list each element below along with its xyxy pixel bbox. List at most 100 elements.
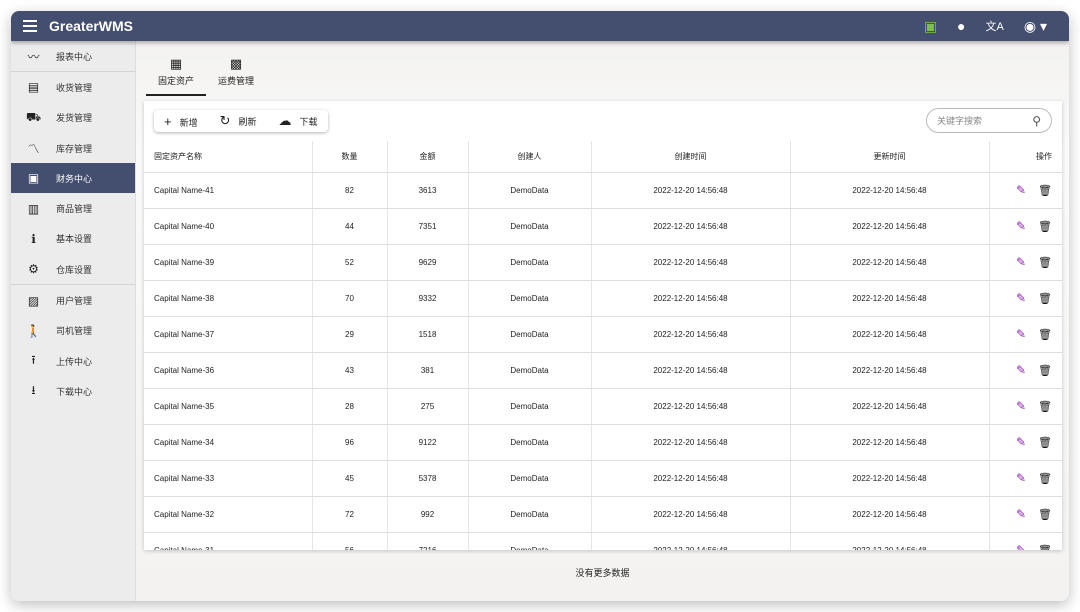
table-cell: 2022-12-20 14:56:48 xyxy=(790,172,990,209)
table-row: Capital Name-35 28 275 DemoData 2022-12-20 1… xyxy=(144,388,1062,425)
table-cell: DemoData xyxy=(468,460,592,497)
column-header[interactable]: 固定资产名称 xyxy=(144,141,313,173)
sidebar: 〰 报表中心 ▤ 收货管理 ⛟ 发货管理〽 库存管理 ▣ 财务中心 ▥ 商品管理 ℹ 基本设置 ⚙ 仓库设置… xyxy=(11,41,136,601)
table-cell: 2022-12-20 14:56:48 xyxy=(790,208,990,245)
sidebar-icon: ▣ xyxy=(27,171,40,186)
table-row: Capital Name-31 56 7216 DemoData 2022-12-20 … xyxy=(144,532,1062,550)
building-icon: ▦ xyxy=(169,56,183,71)
edit-icon[interactable]: ✎ xyxy=(1016,471,1026,485)
sidebar-item-1[interactable]: ▤ 收货管理 xyxy=(11,72,135,102)
table-cell: 2022-12-20 14:56:48 xyxy=(790,352,990,389)
delete-icon[interactable]: 🗑 xyxy=(1038,473,1052,485)
refresh-label: 刷新 xyxy=(238,117,257,127)
delete-icon[interactable]: 🗑 xyxy=(1038,185,1052,197)
edit-icon[interactable]: ✎ xyxy=(1016,399,1026,413)
edit-icon[interactable]: ✎ xyxy=(1016,183,1026,197)
table-cell: 45 xyxy=(312,460,388,497)
app-window: GreaterWMS ▣ ● 文A ◉ ▾ 〰 报表中心 ▤ 收货管理 ⛟ 发货管理〽 库存… xyxy=(11,11,1069,601)
sidebar-item-10[interactable]: ⭱ 上传中心 xyxy=(11,346,135,376)
table-cell: 2022-12-20 14:56:48 xyxy=(591,532,791,550)
table-cell: Capital Name-35 xyxy=(144,388,313,425)
sidebar-item-5[interactable]: ▥ 商品管理 xyxy=(11,193,135,223)
sidebar-item-label: 仓库设置 xyxy=(56,264,93,275)
delete-icon[interactable]: 🗑 xyxy=(1038,437,1052,449)
account-icon[interactable]: ◉ ▾ xyxy=(1024,18,1047,35)
sidebar-item-4[interactable]: ▣ 财务中心 xyxy=(11,163,135,194)
sidebar-item-label: 下载中心 xyxy=(56,386,93,397)
menu-icon[interactable] xyxy=(23,20,37,32)
delete-icon[interactable]: 🗑 xyxy=(1038,329,1052,341)
edit-icon[interactable]: ✎ xyxy=(1016,219,1026,233)
sidebar-icon: 〽 xyxy=(27,141,40,156)
tab-freight[interactable]: ▩ 运费管理 xyxy=(206,56,266,96)
table-cell: 2022-12-20 14:56:48 xyxy=(591,172,791,209)
table-cell: DemoData xyxy=(468,280,592,317)
refresh-button[interactable]: ↻ 刷新 xyxy=(220,113,257,129)
download-button[interactable]: ☁ 下载 xyxy=(279,113,318,129)
column-header[interactable]: 金额 xyxy=(387,141,469,173)
actions-cell: ✎🗑 xyxy=(989,388,1062,425)
table-cell: Capital Name-40 xyxy=(144,208,313,245)
sidebar-item-2[interactable]: ⛟ 发货管理 xyxy=(11,103,135,133)
sidebar-icon: 🚶 xyxy=(26,323,41,338)
table-cell: 9629 xyxy=(387,244,469,281)
table-cell: 2022-12-20 14:56:48 xyxy=(591,352,791,389)
toolbar: + 新增 ↻ 刷新 ☁ 下载 xyxy=(154,110,328,132)
translate-icon[interactable]: 文A xyxy=(986,18,1004,34)
download-label: 下载 xyxy=(299,117,318,127)
add-label: 新增 xyxy=(179,117,198,128)
sidebar-item-8[interactable]: ▨ 用户管理 xyxy=(11,285,135,315)
table-cell: 3613 xyxy=(387,172,469,209)
edit-icon[interactable]: ✎ xyxy=(1016,291,1026,305)
table-cell: 1518 xyxy=(387,316,469,353)
table-row: Capital Name-41 82 3613 DemoData 2022-12-20 … xyxy=(144,172,1062,209)
column-header[interactable]: 更新时间 xyxy=(790,141,990,173)
sidebar-item-11[interactable]: ⭳ 下载中心 xyxy=(11,376,135,406)
sidebar-item-3[interactable]: 〽 库存管理 xyxy=(11,133,135,163)
column-header[interactable]: 操作 xyxy=(989,141,1062,173)
delete-icon[interactable]: 🗑 xyxy=(1038,401,1052,413)
edit-icon[interactable]: ✎ xyxy=(1016,435,1026,449)
sidebar-icon: ⛟ xyxy=(25,109,42,124)
table-cell: DemoData xyxy=(468,532,592,550)
delete-icon[interactable]: 🗑 xyxy=(1038,293,1052,305)
table-cell: 29 xyxy=(312,316,388,353)
table-cell: Capital Name-37 xyxy=(144,316,313,353)
sidebar-item-6[interactable]: ℹ 基本设置 xyxy=(11,224,135,254)
refresh-icon: ↻ xyxy=(219,113,231,128)
table-cell: 52 xyxy=(312,244,388,281)
sidebar-item-9[interactable]: 🚶 司机管理 xyxy=(11,316,135,346)
edit-icon[interactable]: ✎ xyxy=(1016,363,1026,377)
sidebar-item-label: 基本设置 xyxy=(56,234,93,245)
delete-icon[interactable]: 🗑 xyxy=(1038,509,1052,521)
delete-icon[interactable]: 🗑 xyxy=(1038,221,1052,233)
delete-icon[interactable]: 🗑 xyxy=(1038,365,1052,377)
table-cell: Capital Name-36 xyxy=(144,352,313,389)
search-icon[interactable]: ⚲ xyxy=(1032,114,1041,128)
delete-icon[interactable]: 🗑 xyxy=(1038,257,1052,269)
column-header[interactable]: 创建人 xyxy=(468,141,592,173)
delete-icon[interactable]: 🗑 xyxy=(1038,545,1052,550)
table-cell: 2022-12-20 14:56:48 xyxy=(790,244,990,281)
edit-icon[interactable]: ✎ xyxy=(1016,327,1026,341)
tab-fixed-assets[interactable]: ▦ 固定资产 xyxy=(146,56,206,96)
table-cell: 2022-12-20 14:56:48 xyxy=(591,388,791,425)
column-header[interactable]: 数量 xyxy=(312,141,388,173)
table-cell: 2022-12-20 14:56:48 xyxy=(591,316,791,353)
add-button[interactable]: + 新增 xyxy=(164,114,198,129)
sidebar-item-7[interactable]: ⚙ 仓库设置 xyxy=(11,254,135,284)
edit-icon[interactable]: ✎ xyxy=(1016,507,1026,521)
sidebar-item-0[interactable]: 〰 报表中心 xyxy=(11,41,135,71)
search-input[interactable]: 关键字搜索 ⚲ xyxy=(926,108,1052,133)
android-icon[interactable]: ▣ xyxy=(924,18,937,35)
sidebar-item-label: 用户管理 xyxy=(56,296,93,307)
table-row: Capital Name-33 45 5378 DemoData 2022-12-20 … xyxy=(144,460,1062,497)
column-header[interactable]: 创建时间 xyxy=(591,141,791,173)
actions-cell: ✎🗑 xyxy=(989,316,1062,353)
table-cell: DemoData xyxy=(468,244,592,281)
edit-icon[interactable]: ✎ xyxy=(1016,255,1026,269)
tab-label: 运费管理 xyxy=(217,76,254,86)
github-icon[interactable]: ● xyxy=(957,18,965,34)
edit-icon[interactable]: ✎ xyxy=(1016,543,1026,550)
sidebar-icon: ⚙ xyxy=(28,262,39,277)
